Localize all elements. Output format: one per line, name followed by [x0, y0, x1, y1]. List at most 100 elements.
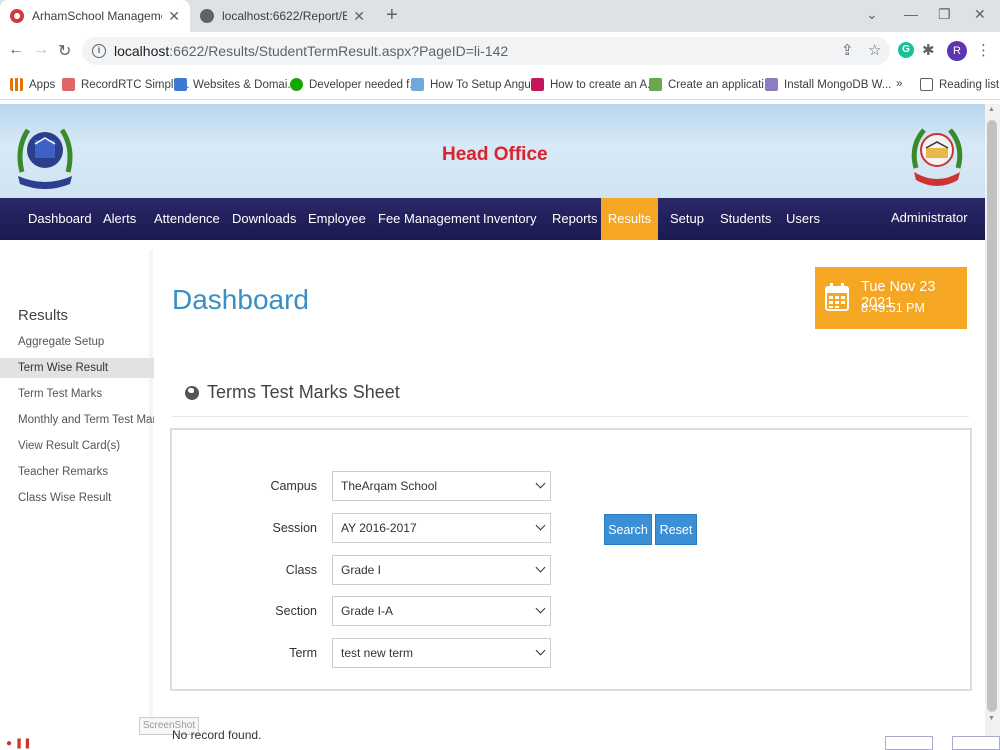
- campus-select[interactable]: TheArqam School: [332, 471, 551, 501]
- sidebar-item-teacher-remarks[interactable]: Teacher Remarks: [0, 462, 154, 482]
- address-bar[interactable]: i localhost:6622/Results/StudentTermResu…: [82, 37, 890, 65]
- apps-grid-icon: [10, 78, 23, 91]
- bookmark-star-icon[interactable]: ☆: [868, 41, 881, 59]
- close-window-icon[interactable]: ✕: [974, 6, 986, 23]
- sidebar-item-view-result-cards[interactable]: View Result Card(s): [0, 436, 154, 456]
- search-button[interactable]: Search: [604, 514, 652, 545]
- bookmark-label: Create an applicati...: [668, 78, 774, 91]
- bookmark-item[interactable]: Websites & Domai...: [174, 78, 297, 91]
- reading-list-button[interactable]: Reading list: [920, 78, 999, 91]
- browser-menu-icon[interactable]: ⋮: [976, 41, 991, 59]
- profile-avatar[interactable]: R: [947, 41, 967, 61]
- extensions-icon[interactable]: ✱: [922, 41, 935, 59]
- scrollbar-thumb[interactable]: [987, 120, 997, 712]
- scroll-up-icon[interactable]: ▲: [988, 106, 995, 113]
- class-label: Class: [285, 563, 317, 577]
- section-select[interactable]: Grade I-A: [332, 596, 551, 626]
- current-time: 8:49:51 PM: [861, 301, 925, 315]
- tab-title: localhost:6622/Report/BoysGirlR: [222, 9, 348, 23]
- bookmarks-overflow-button[interactable]: »: [896, 78, 902, 90]
- bookmark-label: Install MongoDB W...: [784, 78, 892, 91]
- nav-item-downloads[interactable]: Downloads: [221, 198, 307, 240]
- bookmark-item[interactable]: Developer needed f...: [290, 78, 419, 91]
- bookmark-favicon-icon: [411, 78, 424, 91]
- nav-item-attendence[interactable]: Attendence: [143, 198, 231, 240]
- browser-tab-inactive[interactable]: localhost:6622/Report/BoysGirlR ✕: [190, 0, 375, 32]
- chevron-down-icon: [535, 562, 546, 573]
- back-icon[interactable]: ←: [8, 41, 24, 59]
- nav-item-dashboard[interactable]: Dashboard: [17, 198, 103, 240]
- sidebar-item-class-wise-result[interactable]: Class Wise Result: [0, 488, 154, 508]
- url-path: :6622/Results/StudentTermResult.aspx?Pag…: [169, 43, 509, 59]
- nav-item-reports[interactable]: Reports: [541, 198, 609, 240]
- nav-item-inventory[interactable]: Inventory: [472, 198, 547, 240]
- bookmark-item[interactable]: RecordRTC Simple...: [62, 78, 189, 91]
- page-title: Dashboard: [172, 284, 309, 315]
- reload-icon[interactable]: ↻: [58, 41, 71, 61]
- sidebar-item-monthly-term-test-marks[interactable]: Monthly and Term Test Mark...: [0, 410, 154, 430]
- bookmark-item[interactable]: How To Setup Angu...: [411, 78, 540, 91]
- bookmark-favicon-icon: [62, 78, 75, 91]
- section-label: Section: [275, 604, 317, 618]
- sidebar-item-term-wise-result[interactable]: Term Wise Result: [0, 358, 154, 378]
- bookmark-item[interactable]: How to create an A...: [531, 78, 657, 91]
- sidebar: Results Aggregate Setup Term Wise Result…: [0, 250, 154, 730]
- sidebar-item-aggregate-setup[interactable]: Aggregate Setup: [0, 332, 154, 352]
- nav-item-users[interactable]: Users: [775, 198, 831, 240]
- school-favicon-icon: [10, 9, 24, 23]
- session-select[interactable]: AY 2016-2017: [332, 513, 551, 543]
- sidebar-item-term-test-marks[interactable]: Term Test Marks: [0, 384, 154, 404]
- globe-icon: [185, 385, 199, 400]
- site-info-icon[interactable]: i: [92, 44, 106, 58]
- site-header: Head Office: [0, 104, 985, 198]
- bookmark-favicon-icon: [649, 78, 662, 91]
- forward-icon[interactable]: →: [33, 41, 49, 59]
- class-value: Grade I: [341, 563, 382, 577]
- nav-item-setup[interactable]: Setup: [659, 198, 715, 240]
- chevron-down-icon: [535, 520, 546, 531]
- term-select[interactable]: test new term: [332, 638, 551, 668]
- minimize-icon[interactable]: —: [904, 6, 918, 22]
- date-widget: Tue Nov 23 2021 8:49:51 PM: [815, 267, 967, 329]
- sidebar-title: Results: [18, 307, 69, 324]
- campus-value: TheArqam School: [341, 479, 438, 493]
- class-select[interactable]: Grade I: [332, 555, 551, 585]
- tab-search-icon[interactable]: ⌄: [866, 6, 878, 23]
- nav-item-students[interactable]: Students: [709, 198, 782, 240]
- tab-title: ArhamSchool Management: [32, 9, 162, 23]
- section-value: Grade I-A: [341, 604, 394, 618]
- bookmark-item[interactable]: Create an applicati...: [649, 78, 773, 91]
- user-menu[interactable]: Administrator: [891, 210, 968, 225]
- section-title: Terms Test Marks Sheet: [207, 382, 400, 402]
- width-spinner[interactable]: [885, 736, 933, 750]
- scroll-down-icon[interactable]: ▼: [988, 715, 995, 722]
- grammarly-icon[interactable]: G: [898, 42, 914, 58]
- term-value: test new term: [341, 646, 414, 660]
- chevron-down-icon: [535, 645, 546, 656]
- close-tab-icon[interactable]: ✕: [353, 8, 365, 25]
- term-label: Term: [289, 646, 317, 660]
- bookmark-favicon-icon: [174, 78, 187, 91]
- share-icon[interactable]: ⇪: [841, 41, 854, 59]
- bookmark-item[interactable]: Install MongoDB W...: [765, 78, 891, 91]
- bookmark-label: Websites & Domai...: [193, 78, 297, 91]
- height-spinner[interactable]: [952, 736, 1000, 750]
- url-host: localhost: [114, 43, 170, 59]
- bookmark-apps[interactable]: Apps: [10, 78, 55, 91]
- nav-item-employee[interactable]: Employee: [297, 198, 377, 240]
- recorder-controls-icon[interactable]: ● ❚❚: [6, 738, 32, 749]
- bookmarks-bar: Apps RecordRTC Simple... Websites & Doma…: [0, 70, 1000, 100]
- close-tab-icon[interactable]: ✕: [168, 8, 180, 25]
- section-header: Terms Test Marks Sheet: [185, 382, 400, 403]
- session-label: Session: [272, 521, 317, 535]
- reset-button[interactable]: Reset: [655, 514, 697, 545]
- restore-icon[interactable]: ❐: [938, 6, 951, 23]
- bookmark-label: How to create an A...: [550, 78, 657, 91]
- session-value: AY 2016-2017: [341, 521, 417, 535]
- bookmark-label: Developer needed f...: [309, 78, 419, 91]
- nav-item-alerts[interactable]: Alerts: [92, 198, 147, 240]
- upwork-icon: [290, 78, 303, 91]
- nav-item-results[interactable]: Results: [601, 198, 658, 240]
- new-tab-button[interactable]: +: [386, 4, 398, 27]
- browser-tab-active[interactable]: ArhamSchool Management ✕: [0, 0, 190, 32]
